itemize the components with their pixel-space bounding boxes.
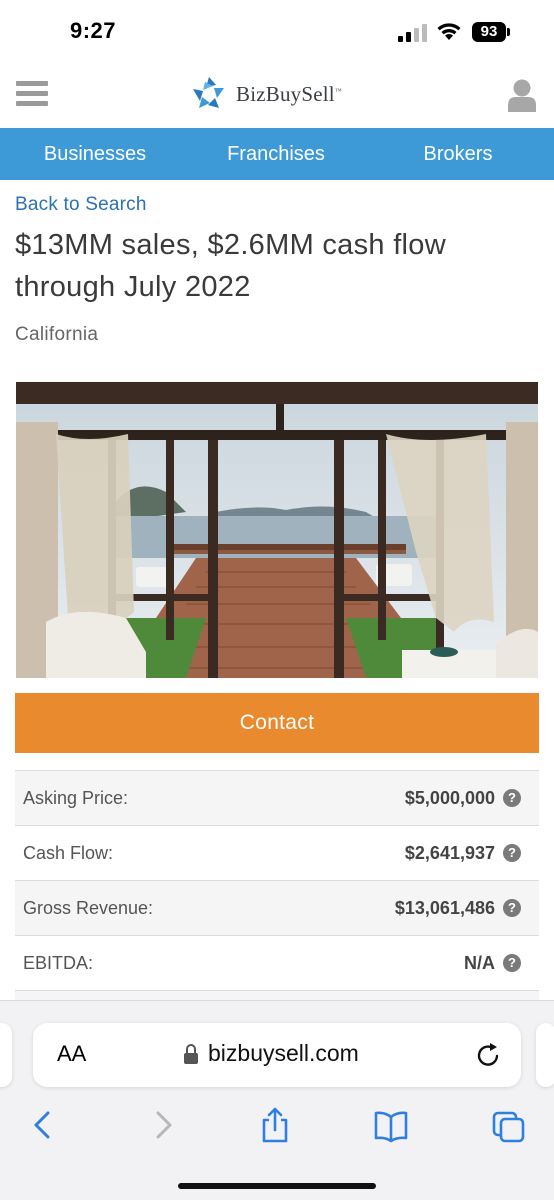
bookmarks-icon[interactable]: [374, 1107, 408, 1143]
main-nav: Businesses Franchises Brokers: [0, 128, 554, 180]
reload-icon[interactable]: [475, 1040, 503, 1070]
user-icon[interactable]: [506, 78, 538, 112]
financial-row-gross-revenue: Gross Revenue: $13,061,486 ?: [15, 880, 539, 935]
browser-toolbar: AA bizbuysell.com: [0, 1000, 554, 1200]
nav-businesses[interactable]: Businesses: [0, 128, 190, 180]
financial-row-ebitda: EBITDA: N/A ?: [15, 935, 539, 990]
battery-indicator: 93: [472, 22, 506, 42]
cellular-signal-icon: [398, 24, 427, 42]
address-bar[interactable]: AA bizbuysell.com: [33, 1023, 521, 1087]
status-bar: 9:27 93: [0, 0, 554, 64]
home-indicator: [178, 1183, 376, 1189]
reader-options-button[interactable]: AA: [57, 1041, 86, 1067]
help-icon[interactable]: ?: [503, 789, 521, 807]
financial-label: Gross Revenue:: [23, 898, 154, 918]
financial-value: $5,000,000: [404, 788, 495, 808]
lock-icon: [184, 1044, 198, 1064]
next-tab-card[interactable]: [536, 1023, 554, 1087]
nav-brokers[interactable]: Brokers: [362, 128, 554, 180]
listing-title: $13MM sales, $2.6MM cash flow through Ju…: [15, 229, 446, 303]
status-time: 9:27: [70, 18, 117, 43]
wifi-icon: [437, 23, 461, 40]
url-text: bizbuysell.com: [208, 1040, 359, 1066]
logo-text: BizBuySell™: [236, 81, 342, 106]
site-header: BizBuySell™: [0, 64, 554, 128]
back-icon[interactable]: [26, 1107, 60, 1143]
help-icon[interactable]: ?: [503, 899, 521, 917]
share-icon[interactable]: [258, 1107, 292, 1143]
financial-row-cash-flow: Cash Flow: $2,641,937 ?: [15, 825, 539, 880]
help-icon[interactable]: ?: [503, 954, 521, 972]
back-to-search-link[interactable]: Back to Search: [15, 194, 147, 216]
previous-tab-card[interactable]: [0, 1023, 12, 1087]
financial-label: EBITDA:: [23, 953, 94, 973]
financial-value: N/A: [464, 953, 495, 973]
help-icon[interactable]: ?: [503, 844, 521, 862]
financial-row-asking-price: Asking Price: $5,000,000 ?: [15, 770, 539, 825]
contact-button[interactable]: Contact: [15, 693, 539, 753]
financial-label: Asking Price:: [23, 788, 129, 808]
nav-franchises[interactable]: Franchises: [190, 128, 362, 180]
site-logo[interactable]: BizBuySell™: [190, 74, 342, 114]
logo-icon: [193, 77, 224, 108]
hamburger-icon[interactable]: [16, 81, 48, 107]
financial-value: $2,641,937: [404, 843, 495, 863]
forward-icon[interactable]: [146, 1107, 180, 1143]
tabs-icon[interactable]: [492, 1107, 526, 1143]
financial-value: $13,061,486: [394, 898, 495, 918]
listing-location: California: [15, 324, 99, 345]
battery-tip: [507, 28, 510, 36]
listing-photo[interactable]: [16, 382, 538, 678]
financial-label: Cash Flow:: [23, 843, 114, 863]
